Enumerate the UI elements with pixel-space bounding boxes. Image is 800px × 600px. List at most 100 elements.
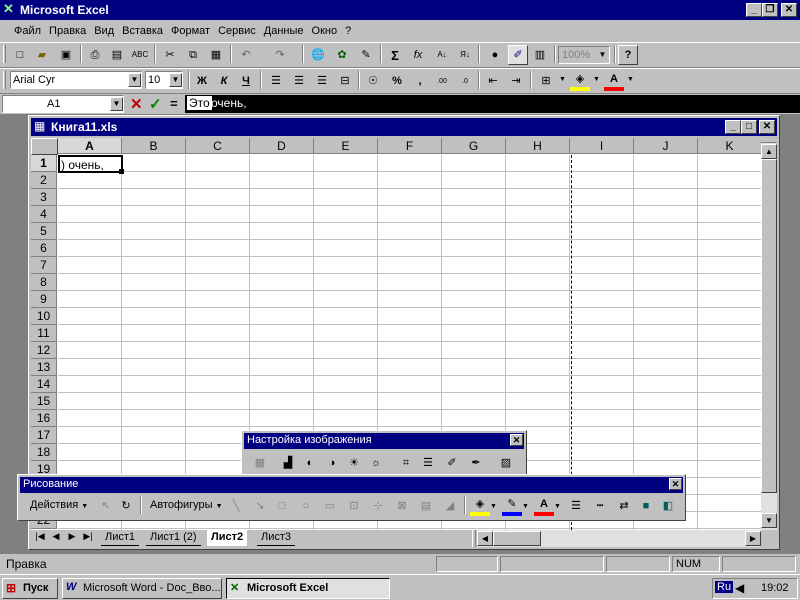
drawing-toolbar-close-button[interactable]: ✕ — [669, 478, 682, 490]
print-icon[interactable]: ⎙ — [85, 45, 105, 65]
split-box[interactable] — [761, 138, 777, 143]
align-right-icon[interactable]: ☰ — [312, 71, 332, 91]
shadow-icon[interactable]: ■ — [636, 496, 656, 516]
font-size-select[interactable]: 10 ▼ — [145, 71, 183, 89]
wb-minimize-button[interactable]: _ — [725, 120, 741, 134]
row-header-5[interactable]: 5 — [31, 223, 57, 240]
menu-tools[interactable]: Сервис — [214, 22, 260, 40]
scroll-up-button[interactable]: ▲ — [761, 144, 777, 159]
autoshapes-menu[interactable]: Автофигуры ▼ — [150, 499, 223, 511]
crop-icon[interactable]: ⌗ — [396, 453, 416, 473]
menu-help[interactable]: ? — [341, 22, 355, 40]
new-icon[interactable]: □ — [10, 45, 30, 65]
bold-button[interactable]: Ж — [192, 71, 212, 91]
column-header-b[interactable]: B — [122, 138, 186, 154]
start-button[interactable]: ⊞ Пуск — [2, 578, 58, 599]
text-box-icon[interactable]: ▭ — [320, 496, 340, 516]
menu-file[interactable]: Файл — [10, 22, 45, 40]
3d-icon[interactable]: ◧ — [658, 496, 678, 516]
row-header-4[interactable]: 4 — [31, 206, 57, 223]
increase-decimal-icon[interactable]: .00 — [432, 71, 452, 91]
hyperlink-icon[interactable]: 🌐 — [308, 45, 328, 65]
zoom-select[interactable]: 100% ▼ — [558, 46, 610, 64]
chevron-down-icon[interactable]: ▼ — [596, 48, 609, 62]
align-left-icon[interactable]: ☰ — [266, 71, 286, 91]
menu-edit[interactable]: Правка — [45, 22, 90, 40]
row-header-7[interactable]: 7 — [31, 257, 57, 274]
less-contrast-icon[interactable]: ◑ — [322, 453, 342, 473]
redo-icon[interactable]: ↷ — [270, 45, 290, 65]
menu-view[interactable]: Вид — [90, 22, 118, 40]
preview-icon[interactable]: ▤ — [107, 45, 127, 65]
chevron-down-icon[interactable]: ▼ — [554, 503, 561, 510]
currency-icon[interactable]: ☉ — [363, 71, 383, 91]
more-brightness-icon[interactable]: ☀ — [344, 453, 364, 473]
merge-center-icon[interactable]: ⊟ — [335, 71, 355, 91]
line-style-icon[interactable]: ☰ — [566, 496, 586, 516]
scroll-right-button[interactable]: ▶ — [745, 531, 761, 546]
row-header-3[interactable]: 3 — [31, 189, 57, 206]
tab-split-bar[interactable] — [472, 530, 476, 547]
increase-indent-icon[interactable]: ⇥ — [506, 71, 526, 91]
row-header-10[interactable]: 10 — [31, 308, 57, 325]
row-header-13[interactable]: 13 — [31, 359, 57, 376]
transparent-color-icon[interactable]: ✒ — [466, 453, 486, 473]
free-rotate-icon[interactable]: ↻ — [116, 496, 136, 516]
borders-icon[interactable]: ⊞ — [536, 71, 556, 91]
map-icon[interactable]: ● — [485, 45, 505, 65]
arrow-style-icon[interactable]: ⇄ — [614, 496, 634, 516]
image-toolbar-title-bar[interactable]: Настройка изображения ✕ — [244, 433, 524, 449]
chevron-down-icon[interactable]: ▼ — [169, 73, 182, 87]
speaker-icon[interactable]: ◀ — [735, 581, 744, 595]
menu-data[interactable]: Данные — [260, 22, 308, 40]
sort-desc-icon[interactable]: Я↓ — [455, 45, 475, 65]
chevron-down-icon[interactable]: ▼ — [490, 503, 497, 510]
insert-picture-icon[interactable]: ▦ — [250, 453, 270, 473]
tab-sheet2[interactable]: Лист2 — [207, 530, 248, 546]
fill-color-icon[interactable]: ◈ — [470, 496, 490, 516]
column-header-g[interactable]: G — [442, 138, 506, 154]
minimize-button[interactable]: _ — [746, 3, 762, 17]
line-icon[interactable]: ╲ — [226, 496, 246, 516]
less-brightness-icon[interactable]: ☼ — [366, 453, 386, 473]
recolor-icon[interactable]: ✐ — [442, 453, 462, 473]
column-header-h[interactable]: H — [506, 138, 570, 154]
tab-last-icon[interactable]: ▶| — [81, 531, 95, 545]
chevron-down-icon[interactable]: ▼ — [110, 97, 123, 111]
menu-window[interactable]: Окно — [308, 22, 342, 40]
tab-first-icon[interactable]: |◀ — [33, 531, 47, 545]
copy-icon[interactable]: ⧉ — [183, 45, 203, 65]
line-color-icon[interactable]: ✎ — [502, 496, 522, 516]
row-header-1[interactable]: 1 — [31, 155, 57, 172]
format-painter-icon[interactable]: ✎ — [356, 45, 376, 65]
align-center-icon[interactable]: ☰ — [289, 71, 309, 91]
tab-prev-icon[interactable]: ◀ — [49, 531, 63, 545]
drawing-toolbar-title-bar[interactable]: Рисование ✕ — [20, 477, 683, 493]
wb-close-button[interactable]: ✕ — [759, 120, 775, 134]
select-objects-icon[interactable]: ↖ — [96, 496, 116, 516]
column-header-a[interactable]: A — [58, 138, 122, 154]
help-icon[interactable]: ? — [618, 45, 638, 65]
sort-asc-icon[interactable]: A↓ — [432, 45, 452, 65]
select-all-button[interactable] — [31, 138, 58, 155]
column-header-i[interactable]: I — [570, 138, 634, 154]
percent-button[interactable]: % — [387, 71, 407, 91]
shadow-shape-icon[interactable]: ◢ — [440, 496, 460, 516]
enter-icon[interactable]: ✓ — [149, 95, 162, 113]
web-toolbar-icon[interactable]: ✿ — [332, 45, 352, 65]
group-icon[interactable]: ⊠ — [392, 496, 412, 516]
tab-sheet1-2[interactable]: Лист1 (2) — [146, 530, 201, 546]
menu-format[interactable]: Формат — [167, 22, 214, 40]
workbook-icon[interactable]: ▦ — [34, 119, 45, 133]
image-toolbar-close-button[interactable]: ✕ — [510, 434, 523, 446]
excel-app-icon[interactable]: ✕ — [3, 2, 17, 16]
save-icon[interactable]: ▣ — [56, 45, 76, 65]
chevron-down-icon[interactable]: ▼ — [627, 76, 634, 83]
scroll-thumb[interactable] — [761, 159, 777, 493]
font-color-icon[interactable]: A — [534, 496, 554, 516]
row-header-17[interactable]: 17 — [31, 427, 57, 444]
cancel-icon[interactable]: ✕ — [130, 95, 143, 113]
function-icon[interactable]: fx — [408, 45, 428, 65]
tab-sheet3[interactable]: Лист3 — [257, 530, 296, 546]
chart-wizard-icon[interactable]: ▥ — [530, 45, 550, 65]
